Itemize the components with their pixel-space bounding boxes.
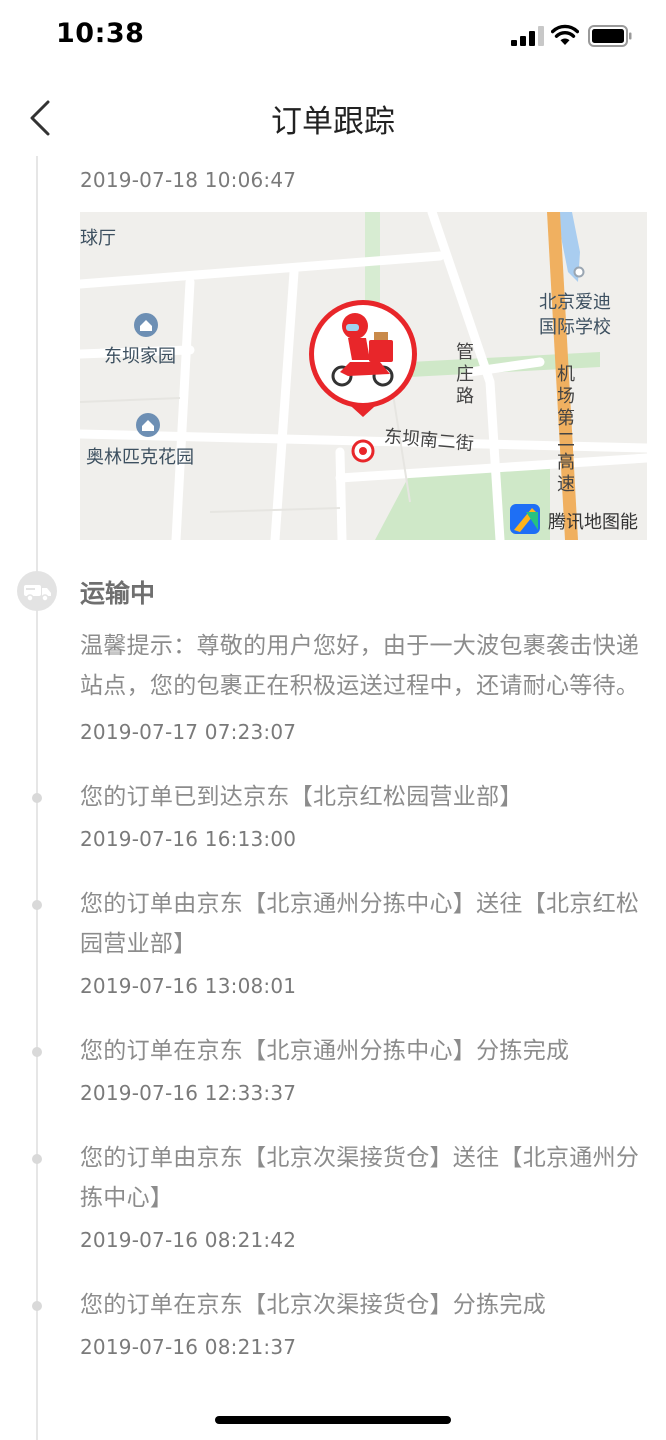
status-time: 10:38	[56, 18, 145, 49]
entry-time: 2019-07-16 16:13:00	[80, 827, 297, 851]
entry-time: 2019-07-16 13:08:01	[80, 974, 297, 998]
map-label-dongba-garden: 东坝家园	[104, 346, 176, 367]
wifi-icon	[551, 24, 579, 45]
timeline-item: 您的订单在京东【北京通州分拣中心】分拣完成 2019-07-16 12:33:3…	[0, 1031, 666, 1105]
timeline-dot	[32, 793, 42, 803]
home-indicator[interactable]	[215, 1416, 451, 1424]
entry-time: 2019-07-17 07:23:07	[80, 720, 297, 744]
timeline-item: 您的订单在京东【北京次渠接货仓】分拣完成 2019-07-16 08:21:37	[0, 1285, 666, 1359]
truck-icon	[24, 585, 51, 602]
timeline-item: 您的订单由京东【北京次渠接货仓】送往【北京通州分拣中心】 2019-07-16 …	[0, 1138, 666, 1252]
status-bar: 10:38	[0, 0, 666, 72]
map-provider-logo-icon	[510, 504, 540, 534]
nav-bar: 订单跟踪	[0, 80, 666, 156]
entry-text: 您的订单在京东【北京次渠接货仓】分拣完成	[80, 1292, 546, 1318]
map-label-olympic-garden: 奥林匹克花园	[86, 447, 194, 468]
house-poi-icon	[134, 313, 158, 337]
timeline-dot	[32, 1301, 42, 1311]
map-label-provider: 腾讯地图能	[548, 512, 638, 533]
timeline-item-in-transit: 运输中 温馨提示：尊敬的用户您好，由于一大波包裹袭击快递站点，您的包裹正在积极运…	[0, 571, 666, 744]
status-title: 运输中	[80, 579, 156, 608]
entry-text: 您的订单在京东【北京通州分拣中心】分拣完成	[80, 1038, 570, 1064]
entry-text: 您的订单由京东【北京通州分拣中心】送往【北京红松园营业部】	[80, 891, 640, 957]
map-label-guanzhuang-road: 管庄路	[456, 342, 474, 407]
entry-time: 2019-07-16 12:33:37	[80, 1081, 297, 1105]
timeline-dot	[32, 1154, 42, 1164]
entry-text: 您的订单由京东【北京次渠接货仓】送往【北京通州分拣中心】	[80, 1145, 640, 1211]
page-title: 订单跟踪	[271, 104, 395, 140]
cellular-signal-icon	[511, 26, 544, 46]
map-label-school-line1: 北京爱迪	[539, 292, 611, 313]
delivery-map[interactable]: 球厅 东坝家园 奥林匹克花园 北京爱迪 国际学校 管庄路 东坝南二街 机场第二高…	[80, 212, 647, 540]
map-label-ballroom: 球厅	[80, 228, 116, 249]
entry-time: 2019-07-18 10:06:47	[80, 168, 297, 192]
battery-icon	[588, 25, 632, 47]
timeline-dot	[32, 900, 42, 910]
timeline-dot	[32, 1047, 42, 1057]
timeline-item: 您的订单由京东【北京通州分拣中心】送往【北京红松园营业部】 2019-07-16…	[0, 884, 666, 998]
map-label-school-line2: 国际学校	[539, 317, 611, 338]
entry-text: 温馨提示：尊敬的用户您好，由于一大波包裹袭击快递站点，您的包裹正在积极运送过程中…	[80, 633, 640, 699]
tracking-timeline: 2019-07-18 10:06:47 球厅 东坝家园 奥林匹克花园 北京爱迪 …	[0, 156, 666, 1359]
timeline-item-map: 2019-07-18 10:06:47 球厅 东坝家园 奥林匹克花园 北京爱迪 …	[0, 156, 666, 540]
timeline-item: 您的订单已到达京东【北京红松园营业部】 2019-07-16 16:13:00	[0, 777, 666, 851]
map-label-airport-expressway: 机场第二高速	[557, 364, 575, 495]
timeline-main-node	[17, 571, 57, 611]
entry-time: 2019-07-16 08:21:42	[80, 1228, 297, 1252]
entry-time: 2019-07-16 08:21:37	[80, 1335, 297, 1359]
entry-text: 您的订单已到达京东【北京红松园营业部】	[80, 784, 523, 810]
house-poi-icon	[136, 413, 160, 437]
